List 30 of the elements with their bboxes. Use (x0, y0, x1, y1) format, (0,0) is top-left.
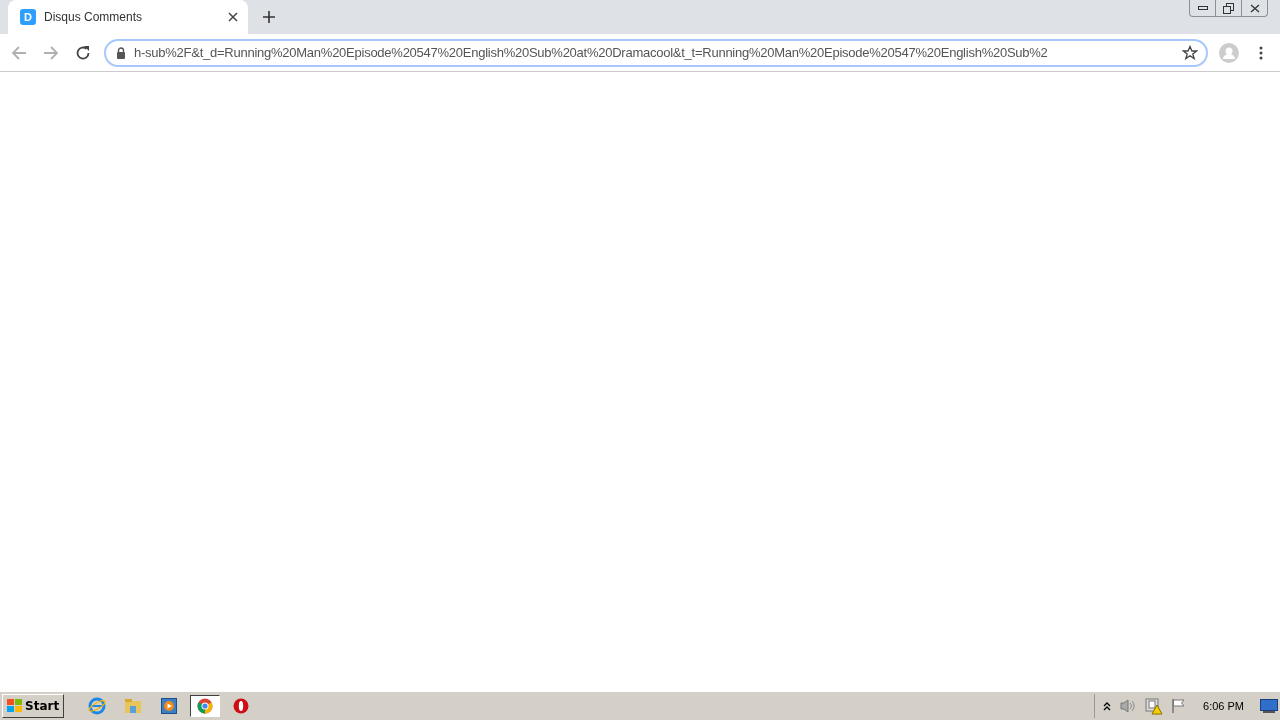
close-icon (1249, 3, 1260, 13)
lock-icon (116, 46, 126, 59)
url-text: h-sub%2F&t_d=Running%20Man%20Episode%20547%20English%20Sub%20at%20Dramacool&t_t=Running%20Man%20Episode%20547%20English%20Sub%2 (134, 45, 1049, 60)
folder-icon (124, 698, 143, 714)
browser-icon (88, 697, 107, 715)
clock[interactable]: 6:06 PM (1203, 700, 1244, 712)
chevron-up-icon[interactable] (1103, 701, 1112, 711)
reload-icon (75, 44, 91, 61)
start-label: Start (25, 699, 60, 713)
favicon: D (20, 9, 36, 25)
windows-logo-icon (7, 699, 23, 713)
plus-icon (263, 11, 275, 23)
menu-icon (1259, 45, 1263, 60)
star-icon[interactable] (1182, 44, 1198, 61)
start-button[interactable]: Start (2, 694, 65, 718)
tab-title: Disqus Comments (44, 10, 144, 24)
network-warning-icon[interactable] (1145, 697, 1164, 715)
chrome-icon (197, 698, 214, 714)
flag-icon[interactable] (1171, 698, 1188, 714)
show-desktop-icon[interactable] (1260, 699, 1278, 713)
opera-icon (233, 698, 250, 714)
address-bar[interactable]: h-sub%2F&t_d=Running%20Man%20Episode%20547%20English%20Sub%20at%20Dramacool&t_t=Running%20Man%20Episode%20547%20English%20Sub%2 (104, 38, 1208, 67)
media-player-icon (161, 698, 178, 714)
minimize-icon (1197, 6, 1208, 10)
avatar-icon (1219, 42, 1239, 63)
close-icon[interactable] (228, 12, 238, 22)
forward-arrow-icon (43, 44, 59, 61)
browser-tab[interactable]: D Disqus Comments (8, 0, 248, 34)
taskbar-app-button[interactable] (190, 695, 221, 717)
back-arrow-icon (11, 44, 27, 61)
